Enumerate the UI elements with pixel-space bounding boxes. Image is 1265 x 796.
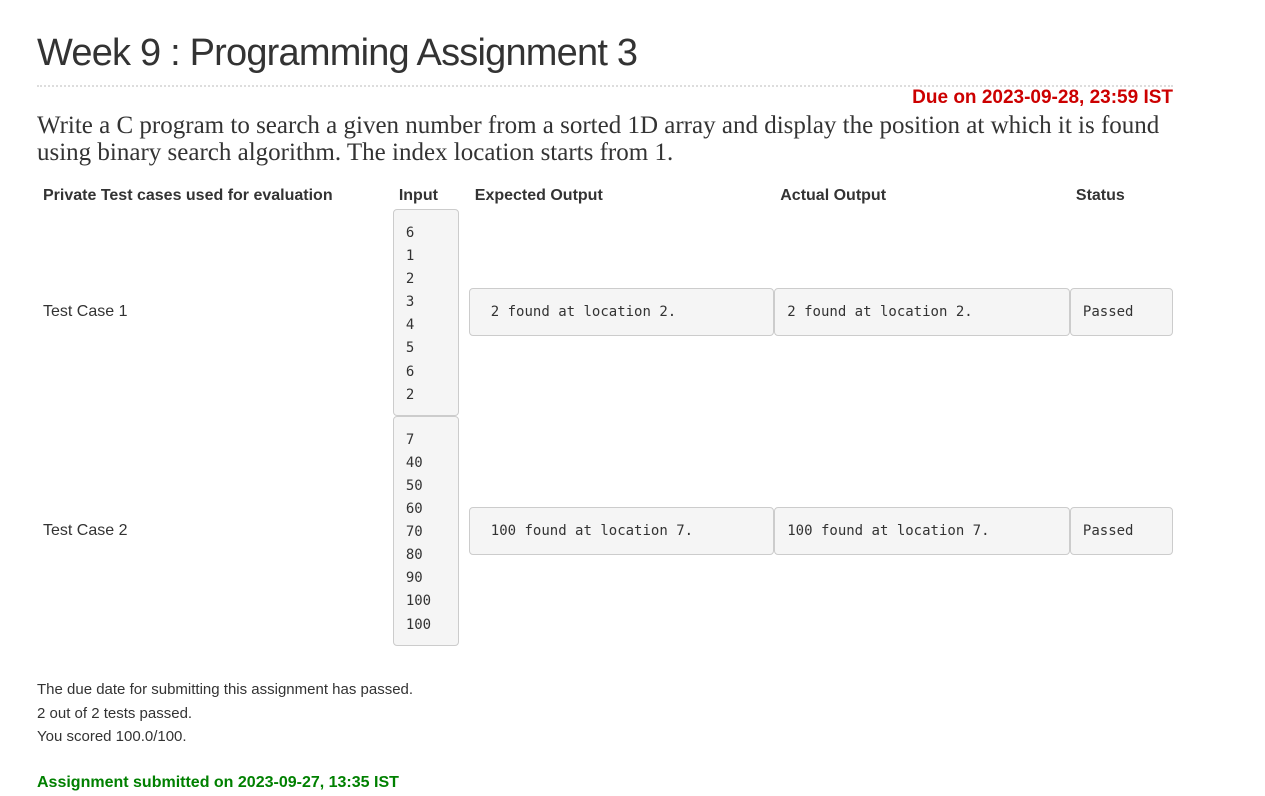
submission-timestamp: Assignment submitted on 2023-09-27, 13:3… — [37, 774, 399, 791]
test-input: 6 1 2 3 4 5 6 2 — [392, 209, 459, 416]
actual-output: 100 found at location 7. — [774, 506, 1070, 555]
test-input: 7 40 50 60 70 80 90 100 100 — [392, 415, 459, 646]
table-row: Test Case 1 6 1 2 3 4 5 6 2 2 found at l… — [37, 209, 1173, 416]
header-status: Status — [1075, 187, 1125, 204]
tests-passed-count: 2 out of 2 tests passed. — [37, 704, 193, 722]
due-date: Due on 2023-09-28, 23:59 IST — [912, 87, 1173, 108]
test-cases-table: Private Test cases used for evaluation I… — [37, 183, 1173, 646]
score-text: You scored 100.0/100. — [37, 728, 187, 745]
page-title: Week 9 : Programming Assignment 3 — [37, 32, 638, 74]
test-case-label: Test Case 2 — [43, 521, 128, 539]
table-row: Test Case 2 7 40 50 60 70 80 90 100 100 … — [37, 415, 1173, 646]
header-actual-output: Actual Output — [780, 187, 887, 204]
test-case-label: Test Case 1 — [43, 303, 128, 321]
table-header-row: Private Test cases used for evaluation I… — [37, 183, 1173, 209]
header-input: Input — [398, 187, 438, 204]
header-expected-output: Expected Output — [474, 187, 603, 204]
status-badge: Passed — [1069, 288, 1173, 337]
expected-output: 2 found at location 2. — [468, 288, 775, 337]
header-test-cases: Private Test cases used for evaluation — [43, 187, 333, 204]
status-badge: Passed — [1069, 506, 1173, 555]
problem-statement: Write a C program to search a given numb… — [37, 112, 1160, 166]
deadline-passed-note: The due date for submitting this assignm… — [37, 681, 414, 698]
actual-output: 2 found at location 2. — [774, 288, 1070, 337]
result-summary: The due date for submitting this assignm… — [37, 678, 413, 749]
expected-output: 100 found at location 7. — [468, 506, 775, 555]
